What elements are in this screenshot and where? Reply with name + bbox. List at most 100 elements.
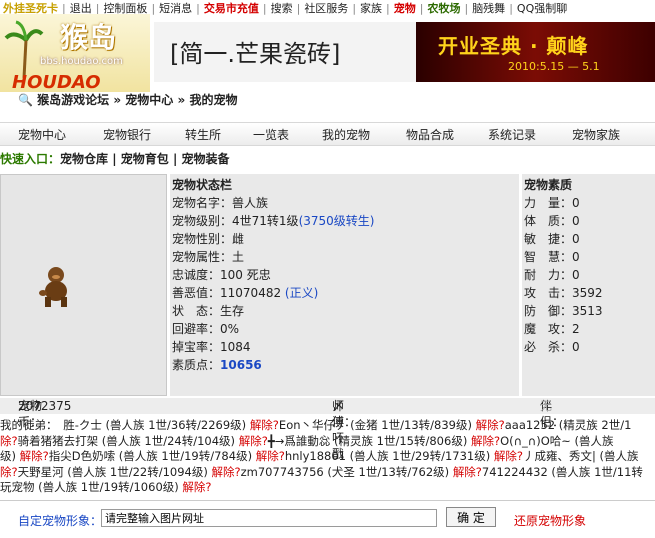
top-nav-item[interactable]: 短消息: [156, 0, 195, 16]
karma-value: 11070482: [220, 286, 282, 300]
top-nav-item[interactable]: 农牧场: [424, 0, 463, 16]
attribute-row: 攻 击：3592: [522, 284, 655, 302]
attribute-value: 0: [572, 250, 580, 264]
dismiss-apprentice-link[interactable]: 解除?: [494, 449, 523, 463]
apprentice-text: O(∩_∩)O哈~ (兽人族: [500, 433, 614, 448]
menu-item[interactable]: 宠物中心: [18, 126, 66, 143]
dismiss-apprentice-link[interactable]: 除?: [0, 434, 18, 448]
menu-item[interactable]: 一览表: [253, 126, 289, 143]
dismiss-apprentice-link[interactable]: 除?: [0, 465, 18, 479]
attribute-row: 智 慧：0: [522, 248, 655, 266]
apprentice-line: 我的徒弟： 胜-ク士 (兽人族 1世/36转/2269级) 解除?Eon丶华仔丿…: [0, 418, 655, 434]
dismiss-apprentice-link[interactable]: 解除?: [239, 434, 268, 448]
state-label: 状 态：: [172, 304, 221, 318]
menu-item[interactable]: 宠物家族: [572, 126, 620, 143]
mate-value: 无: [540, 399, 553, 413]
quick-link-warehouse[interactable]: 宠物仓库: [60, 152, 108, 166]
pet-image-cell: [0, 174, 167, 396]
attribute-value: 3592: [572, 286, 603, 300]
restore-image-link[interactable]: 还原宠物形象: [514, 512, 586, 529]
apprentice-text: 741224432 (兽人族 1世/11转: [481, 464, 643, 479]
pet-attr-label: 宠物属性：: [172, 250, 233, 264]
top-nav-item[interactable]: 脑残舞: [469, 0, 508, 16]
logo-name: HOUDAO: [12, 72, 101, 92]
menu-item[interactable]: 物品合成: [406, 126, 454, 143]
banner-date: 2010:5.15 — 5.1: [508, 60, 600, 73]
attributes-title: 宠物素质: [524, 178, 573, 192]
loyalty-label: 忠诚度：: [172, 268, 221, 282]
apprentice-text: zm707743756 (犬圣 1世/13转/762级): [240, 464, 453, 479]
apprentice-list: 我的徒弟： 胜-ク士 (兽人族 1世/36转/2269级) 解除?Eon丶华仔丿…: [0, 418, 655, 496]
attribute-value: 2: [572, 322, 580, 336]
palm-tree-icon: [4, 20, 44, 79]
dismiss-apprentice-link[interactable]: 解除?: [256, 449, 285, 463]
pet-gender-row: 宠物性别：雌: [170, 230, 519, 248]
pet-avatar: [39, 267, 67, 307]
dismiss-apprentice-link[interactable]: 解除?: [476, 418, 505, 432]
attribute-row: 力 量：0: [522, 194, 655, 212]
menu-item[interactable]: 系统记录: [488, 126, 536, 143]
dodge-value: 0%: [220, 322, 240, 336]
pet-level-label: 宠物级别：: [172, 214, 233, 228]
breadcrumb: 🔍 猴岛游戏论坛 » 宠物中心 » 我的宠物: [18, 91, 237, 108]
apprentice-text: ╋→爲誰動惢 (精灵族 1世/15转/806级): [267, 433, 471, 448]
quick-link-equipment[interactable]: 宠物装备: [182, 152, 230, 166]
attribute-row: 体 质：0: [522, 212, 655, 230]
apprentice-text: 我的徒弟： 胜-ク士 (兽人族 1世/36转/2269级): [0, 418, 250, 432]
top-nav-item[interactable]: 交易市充值: [201, 0, 262, 16]
logo-url: bbs.houdao.com: [40, 56, 123, 67]
pet-name-label: 宠物名字：: [172, 196, 233, 210]
apprentice-text: 天野星河 (兽人族 1世/22转/1094级): [17, 464, 212, 479]
site-logo[interactable]: 猴岛 bbs.houdao.com HOUDAO: [0, 14, 150, 92]
dismiss-apprentice-link[interactable]: 解除?: [471, 434, 500, 448]
attribute-label: 防 御：: [524, 304, 573, 318]
state-value: 生存: [220, 304, 245, 318]
pet-attr-value: 土: [232, 250, 245, 264]
attribute-row: 耐 力：0: [522, 266, 655, 284]
confirm-button[interactable]: 确 定: [446, 507, 496, 527]
apprentice-text: 级): [0, 449, 20, 464]
attribute-row: 敏 捷：0: [522, 230, 655, 248]
apprentice-text: 丿成雍、秀文| (兽人族: [523, 449, 639, 464]
menu-item[interactable]: 转生所: [185, 126, 221, 143]
pet-state-row: 状 态：生存: [170, 302, 519, 320]
top-nav-item[interactable]: 宠物: [391, 0, 419, 16]
logo-brand: 猴岛: [60, 21, 117, 54]
breadcrumb-forum[interactable]: 猴岛游戏论坛: [37, 93, 109, 107]
top-nav-item[interactable]: QQ强制聊: [514, 0, 570, 16]
attribute-label: 攻 击：: [524, 286, 573, 300]
quick-entry-label: 快速入口：: [0, 152, 61, 166]
pet-status-panel: 宠物状态栏 宠物名字：兽人族 宠物级别：4世71转1级(3750级转生) 宠物性…: [170, 174, 519, 396]
breadcrumb-pet-center[interactable]: 宠物中心: [125, 93, 173, 107]
top-nav-item[interactable]: 家族: [357, 0, 385, 16]
dismiss-apprentice-link[interactable]: 解除?: [212, 465, 241, 479]
top-nav-item[interactable]: 社区服务: [301, 0, 351, 16]
points-label: 素质点：: [172, 358, 221, 372]
menu-item[interactable]: 宠物银行: [103, 126, 151, 143]
dismiss-apprentice-link[interactable]: 解除?: [453, 465, 482, 479]
apprentice-line: 除?骑着猪猪去打架 (兽人族 1世/24转/104级) 解除?╋→爲誰動惢 (精…: [0, 434, 655, 450]
rebirth-link[interactable]: (3750级转生): [299, 214, 375, 228]
image-url-input[interactable]: [101, 509, 437, 527]
attribute-label: 必 杀：: [524, 340, 573, 354]
apprentice-line: 玩宠物 (兽人族 1世/19转/1060级) 解除?: [0, 480, 655, 496]
attribute-value: 0: [572, 214, 580, 228]
quick-link-bag[interactable]: 宠物育包: [121, 152, 169, 166]
loyalty-value: 100 死忠: [220, 268, 271, 282]
top-nav-item[interactable]: 搜索: [268, 0, 296, 16]
banner-left: [简一.芒果瓷砖]: [154, 22, 416, 82]
points-value: 10656: [220, 358, 262, 372]
pet-menu-bar: 宠物中心 宠物银行 转生所 一览表 我的宠物 物品合成 系统记录 宠物家族: [0, 122, 655, 146]
apprentice-text: 玩宠物 (兽人族 1世/19转/1060级): [0, 480, 183, 495]
dismiss-apprentice-link[interactable]: 解除?: [20, 449, 49, 463]
dismiss-apprentice-link[interactable]: 解除?: [250, 418, 279, 432]
dismiss-apprentice-link[interactable]: 解除?: [182, 480, 211, 494]
menu-item[interactable]: 我的宠物: [322, 126, 370, 143]
attribute-row: 防 御：3513: [522, 302, 655, 320]
ad-banner[interactable]: [简一.芒果瓷砖] 开业圣典 · 颠峰 2010:5.15 — 5.1: [154, 22, 655, 82]
pet-gender-value: 雌: [232, 232, 245, 246]
attribute-label: 体 质：: [524, 214, 573, 228]
apprentice-text: hnly18801 (兽人族 1世/29转/1731级): [284, 449, 494, 464]
apprentice-line: 除?天野星河 (兽人族 1世/22转/1094级) 解除?zm707743756…: [0, 465, 655, 481]
pet-loyalty-row: 忠诚度：100 死忠: [170, 266, 519, 284]
